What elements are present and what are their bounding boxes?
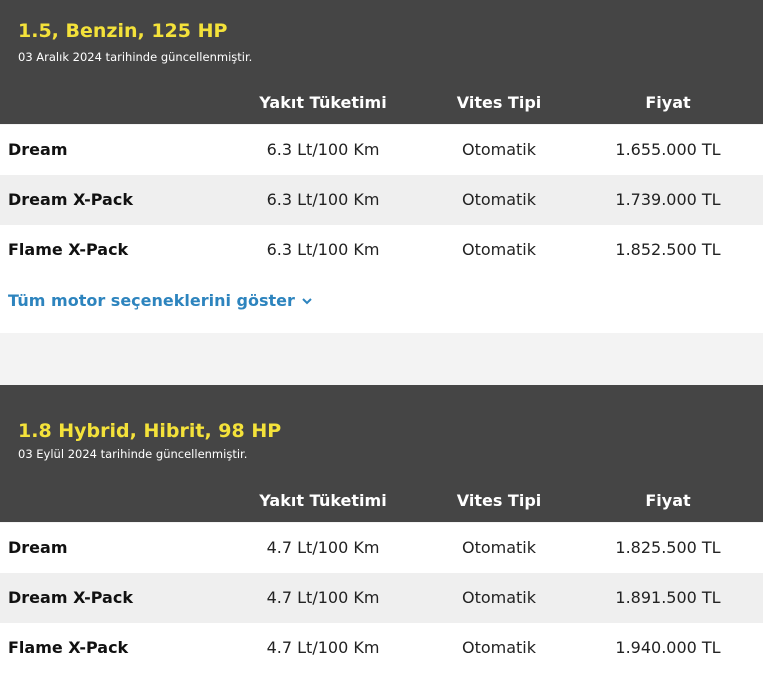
chevron-down-icon	[302, 297, 312, 304]
price: 1.891.500 TL	[615, 588, 721, 607]
fuel-consumption: 4.7 Lt/100 Km	[266, 588, 380, 607]
table-row[interactable]: Flame X-Pack 4.7 Lt/100 Km Otomatik 1.94…	[0, 623, 763, 686]
fuel-consumption: 6.3 Lt/100 Km	[266, 140, 380, 159]
show-all-engines-link[interactable]: Tüm motor seçeneklerini göster	[8, 291, 313, 310]
updated-date: 03 Aralık 2024 tarihinde güncellenmiştir…	[18, 50, 253, 64]
table-row[interactable]: Dream X-Pack 6.3 Lt/100 Km Otomatik 1.73…	[0, 175, 763, 225]
gear-type: Otomatik	[461, 538, 537, 557]
trim-name: Dream X-Pack	[8, 588, 133, 607]
trim-name: Dream X-Pack	[8, 190, 133, 209]
price: 1.655.000 TL	[615, 140, 721, 159]
gear-type: Otomatik	[461, 638, 537, 657]
table-row[interactable]: Flame X-Pack 6.3 Lt/100 Km Otomatik 1.85…	[0, 225, 763, 275]
gear-type: Otomatik	[461, 190, 537, 209]
trim-name: Flame X-Pack	[8, 240, 129, 259]
column-header-fuel: Yakıt Tüketimi	[259, 93, 387, 112]
gear-type: Otomatik	[461, 240, 537, 259]
price: 1.940.000 TL	[615, 638, 721, 657]
price: 1.825.500 TL	[615, 538, 721, 557]
fuel-consumption: 6.3 Lt/100 Km	[266, 240, 380, 259]
column-header-price: Fiyat	[645, 93, 691, 112]
trim-name: Dream	[8, 140, 68, 159]
fuel-consumption: 6.3 Lt/100 Km	[266, 190, 380, 209]
section-divider	[0, 333, 763, 385]
column-header-fuel: Yakıt Tüketimi	[259, 491, 387, 510]
show-more-label: Tüm motor seçeneklerini göster	[8, 291, 295, 310]
column-header-gear: Vites Tipi	[456, 491, 542, 510]
gear-type: Otomatik	[461, 140, 537, 159]
trim-name: Flame X-Pack	[8, 638, 129, 657]
table-row[interactable]: Dream 4.7 Lt/100 Km Otomatik 1.825.500 T…	[0, 523, 763, 573]
engine-section-1: 1.5, Benzin, 125 HP 03 Aralık 2024 tarih…	[0, 0, 763, 333]
updated-date: 03 Eylül 2024 tarihinde güncellenmiştir.	[18, 447, 248, 461]
column-header-price: Fiyat	[645, 491, 691, 510]
engine-title: 1.5, Benzin, 125 HP	[18, 20, 228, 42]
engine-title: 1.8 Hybrid, Hibrit, 98 HP	[18, 420, 282, 442]
column-header-gear: Vites Tipi	[456, 93, 542, 112]
section-header: 1.5, Benzin, 125 HP 03 Aralık 2024 tarih…	[0, 0, 763, 124]
gear-type: Otomatik	[461, 588, 537, 607]
fuel-consumption: 4.7 Lt/100 Km	[266, 538, 380, 557]
price: 1.852.500 TL	[615, 240, 721, 259]
fuel-consumption: 4.7 Lt/100 Km	[266, 638, 380, 657]
trim-name: Dream	[8, 538, 68, 557]
show-more-container: Tüm motor seçeneklerini göster	[0, 275, 763, 333]
table-row[interactable]: Dream 6.3 Lt/100 Km Otomatik 1.655.000 T…	[0, 125, 763, 175]
table-row[interactable]: Dream X-Pack 4.7 Lt/100 Km Otomatik 1.89…	[0, 573, 763, 623]
price: 1.739.000 TL	[615, 190, 721, 209]
